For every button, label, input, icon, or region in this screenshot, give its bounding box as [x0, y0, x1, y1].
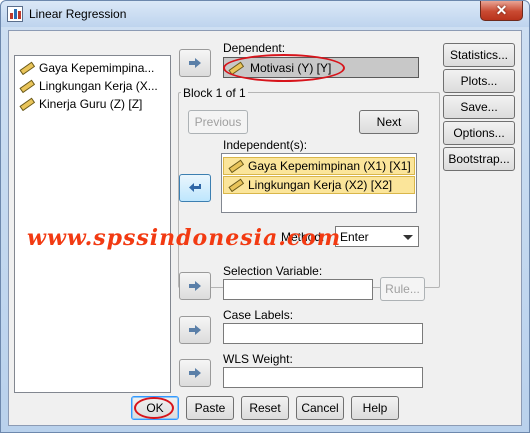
linear-regression-dialog: Linear Regression ✕ Gaya Kepemimpina... … [0, 0, 530, 433]
next-button[interactable]: Next [359, 110, 419, 134]
reset-button[interactable]: Reset [241, 396, 289, 420]
cancel-button[interactable]: Cancel [296, 396, 344, 420]
move-to-dependent-button[interactable] [179, 49, 211, 77]
arrow-right-icon [189, 368, 201, 378]
case-labels-field[interactable] [223, 323, 423, 344]
list-item[interactable]: Gaya Kepemimpina... [19, 59, 154, 77]
window-title: Linear Regression [29, 7, 127, 21]
options-button[interactable]: Options... [443, 121, 515, 145]
selection-variable-label: Selection Variable: [223, 264, 323, 278]
list-item[interactable]: Lingkungan Kerja (X... [19, 77, 158, 95]
scale-ruler-icon [19, 79, 35, 93]
wls-weight-label: WLS Weight: [223, 352, 293, 366]
scale-ruler-icon [19, 97, 35, 111]
spss-app-icon [7, 6, 23, 22]
move-to-selection-button[interactable] [179, 272, 211, 300]
independents-label: Independent(s): [223, 138, 308, 152]
list-item[interactable]: Kinerja Guru (Z) [Z] [19, 95, 142, 113]
scale-ruler-icon [228, 159, 244, 173]
paste-button[interactable]: Paste [186, 396, 234, 420]
annotation-oval [223, 54, 345, 82]
list-item[interactable]: Gaya Kepemimpinan (X1) [X1] [223, 157, 415, 175]
plots-button[interactable]: Plots... [443, 69, 515, 93]
arrow-right-icon [189, 325, 201, 335]
watermark: www.spssindonesia.com [27, 225, 342, 251]
selection-variable-field[interactable] [223, 279, 373, 300]
dependent-label: Dependent: [223, 41, 286, 55]
bootstrap-button[interactable]: Bootstrap... [443, 147, 515, 171]
variable-label: Lingkungan Kerja (X... [39, 79, 158, 93]
independent-label: Gaya Kepemimpinan (X1) [X1] [248, 159, 411, 173]
arrow-left-icon [189, 183, 201, 192]
chevron-down-icon [403, 235, 413, 240]
scale-ruler-icon [228, 178, 244, 192]
variable-label: Kinerja Guru (Z) [Z] [39, 97, 143, 111]
previous-button[interactable]: Previous [188, 110, 248, 134]
move-to-case-labels-button[interactable] [179, 316, 211, 344]
block-title: Block 1 of 1 [181, 86, 248, 100]
scale-ruler-icon [19, 61, 35, 75]
wls-weight-field[interactable] [223, 367, 423, 388]
arrow-right-icon [189, 281, 201, 291]
save-button[interactable]: Save... [443, 95, 515, 119]
move-to-wls-weight-button[interactable] [179, 359, 211, 387]
case-labels-label: Case Labels: [223, 308, 294, 322]
rule-button[interactable]: Rule... [380, 277, 425, 301]
source-variable-list[interactable]: Gaya Kepemimpina... Lingkungan Kerja (X.… [14, 55, 171, 393]
annotation-oval [134, 397, 174, 419]
list-item[interactable]: Lingkungan Kerja (X2) [X2] [223, 176, 415, 194]
arrow-right-icon [189, 58, 201, 68]
move-to-independents-button[interactable] [179, 174, 211, 202]
statistics-button[interactable]: Statistics... [443, 43, 515, 67]
dialog-body: Gaya Kepemimpina... Lingkungan Kerja (X.… [8, 30, 522, 426]
title-bar: Linear Regression ✕ [1, 1, 529, 27]
close-button[interactable]: ✕ [480, 1, 523, 21]
variable-label: Gaya Kepemimpina... [39, 61, 155, 75]
independent-label: Lingkungan Kerja (X2) [X2] [248, 178, 393, 192]
help-button[interactable]: Help [351, 396, 399, 420]
independents-list[interactable]: Gaya Kepemimpinan (X1) [X1] Lingkungan K… [221, 153, 417, 213]
